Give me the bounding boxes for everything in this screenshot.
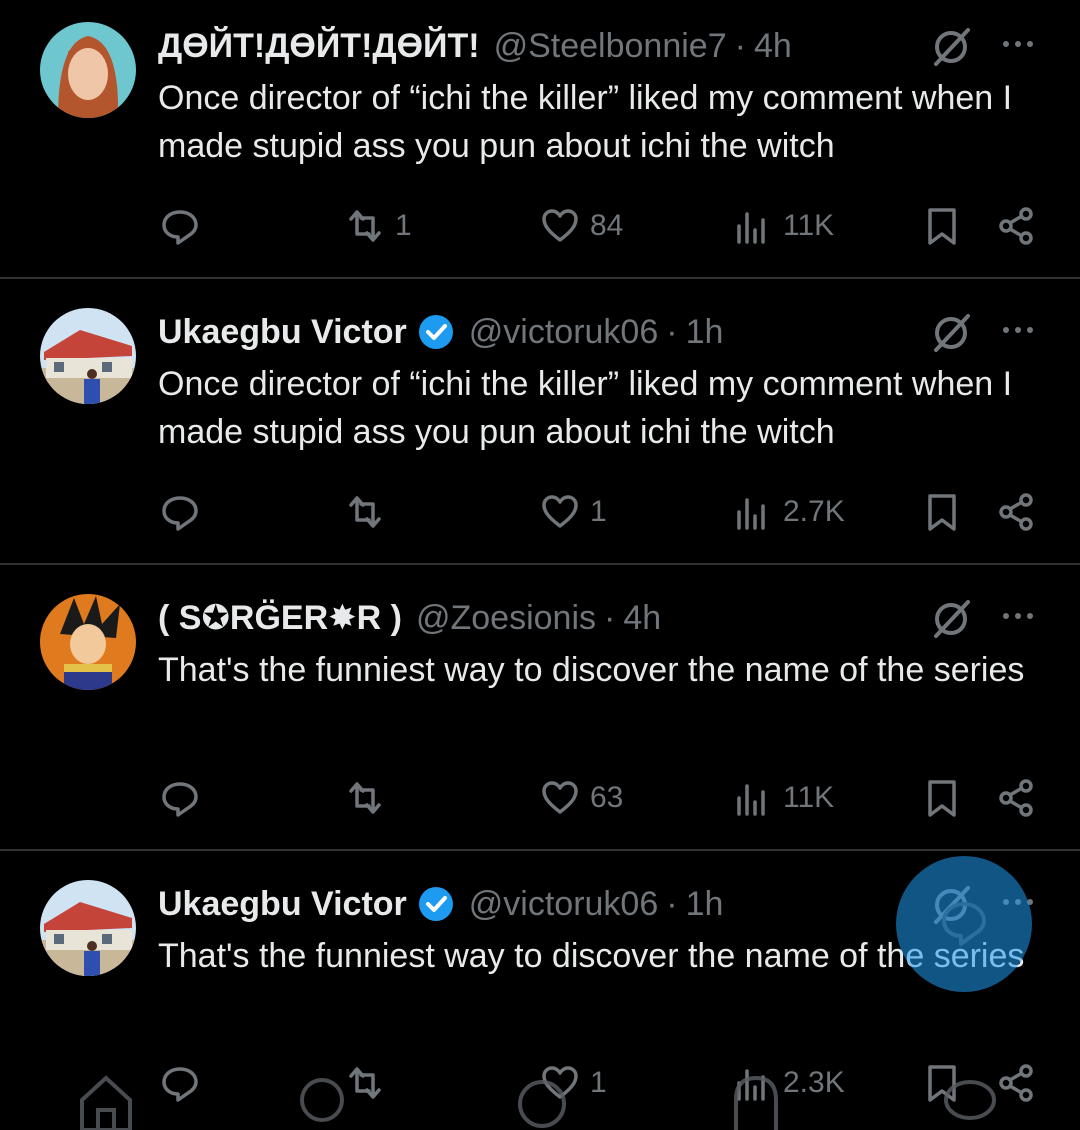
anime-girl-avatar: [40, 22, 136, 118]
bookmark-button[interactable]: [922, 487, 962, 537]
tweet-header: ( S✪RG̈ER✸R ) @Zoesionis · 4h: [158, 594, 918, 642]
bottom-nav: [0, 1040, 1080, 1130]
action-bar: 1 2.7K: [0, 487, 1080, 537]
repost-button[interactable]: 1: [345, 201, 412, 251]
repost-icon: [349, 496, 381, 528]
reply-button[interactable]: [160, 773, 200, 823]
like-button[interactable]: 84: [540, 201, 623, 251]
like-icon: [542, 495, 578, 528]
grok-icon[interactable]: [930, 26, 972, 68]
display-name[interactable]: ( S✪RG̈ER✸R ): [158, 598, 402, 638]
timestamp[interactable]: 4h: [623, 599, 661, 638]
repost-count: 1: [395, 209, 412, 242]
tweet[interactable]: Ukaegbu Victor @victoruk06 · 1h Once dir…: [0, 308, 1080, 563]
tweet-header: ДӨЙТ!ДӨЙТ!ДӨЙТ! @Steelbonnie7 · 4h: [158, 22, 918, 70]
notifications-icon[interactable]: [726, 1070, 786, 1130]
separator: ·: [666, 884, 678, 923]
like-count: 84: [590, 209, 624, 242]
tweet-text: Once director of “ichi the killer” liked…: [158, 79, 1013, 165]
divider: [0, 849, 1080, 851]
tweet-header: Ukaegbu Victor @victoruk06 · 1h: [158, 308, 918, 356]
anime-saiyan-avatar: [40, 594, 136, 690]
avatar[interactable]: [40, 594, 136, 690]
views-count: 11K: [783, 209, 835, 242]
avatar[interactable]: [40, 880, 136, 976]
verified-badge-icon: [418, 315, 453, 349]
views-button[interactable]: 11K: [733, 773, 834, 823]
timestamp[interactable]: 4h: [754, 27, 792, 66]
reply-icon: [162, 782, 198, 817]
separator: ·: [666, 312, 678, 351]
compose-reply-button[interactable]: [896, 856, 1032, 992]
bookmark-icon: [928, 208, 956, 245]
share-icon: [999, 493, 1033, 531]
like-button[interactable]: 1: [540, 487, 607, 537]
views-count: 2.7K: [783, 495, 845, 528]
reply-icon: [162, 496, 198, 531]
tweet-header: Ukaegbu Victor @victoruk06 · 1h: [158, 880, 918, 928]
share-button[interactable]: [996, 773, 1036, 823]
more-icon[interactable]: [998, 24, 1038, 64]
timestamp[interactable]: 1h: [686, 313, 724, 352]
like-button[interactable]: 63: [540, 773, 623, 823]
display-name[interactable]: ДӨЙТ!ДӨЙТ!ДӨЙТ!: [158, 27, 480, 66]
views-icon: [737, 498, 765, 530]
reply-button[interactable]: [160, 201, 200, 251]
separator: ·: [604, 598, 616, 637]
grok-icon[interactable]: [512, 1070, 572, 1130]
display-name[interactable]: Ukaegbu Victor: [158, 885, 407, 924]
avatar[interactable]: [40, 308, 136, 404]
share-button[interactable]: [996, 201, 1036, 251]
repost-icon: [349, 210, 381, 242]
grok-icon[interactable]: [930, 312, 972, 354]
tweet[interactable]: ДӨЙТ!ДӨЙТ!ДӨЙТ! @Steelbonnie7 · 4h Once …: [0, 22, 1080, 277]
messages-icon[interactable]: [940, 1070, 1000, 1130]
search-icon[interactable]: [296, 1070, 356, 1130]
avatar[interactable]: [40, 22, 136, 118]
more-icon[interactable]: [998, 596, 1038, 636]
reply-icon: [162, 210, 198, 245]
share-button[interactable]: [996, 487, 1036, 537]
share-icon: [999, 207, 1033, 245]
tweet[interactable]: ( S✪RG̈ER✸R ) @Zoesionis · 4h That's the…: [0, 594, 1080, 849]
grok-icon[interactable]: [930, 598, 972, 640]
separator: ·: [734, 26, 746, 65]
house-photo-avatar: [40, 880, 136, 976]
tweet-text: That's the funniest way to discover the …: [158, 651, 1025, 689]
more-icon[interactable]: [998, 310, 1038, 350]
like-count: 63: [590, 781, 624, 814]
share-icon: [999, 779, 1033, 817]
like-icon: [542, 209, 578, 242]
action-bar: 63 11K: [0, 773, 1080, 823]
reply-button[interactable]: [160, 487, 200, 537]
home-icon[interactable]: [76, 1070, 136, 1130]
views-button[interactable]: 2.7K: [733, 487, 845, 537]
handle[interactable]: @victoruk06: [469, 885, 658, 924]
divider: [0, 277, 1080, 279]
views-icon: [737, 784, 765, 816]
bookmark-icon: [928, 780, 956, 817]
like-count: 1: [590, 495, 607, 528]
repost-button[interactable]: [345, 487, 385, 537]
handle[interactable]: @Zoesionis: [416, 599, 596, 638]
bookmark-icon: [928, 494, 956, 531]
compose-reply-icon: [942, 902, 986, 946]
bookmark-button[interactable]: [922, 201, 962, 251]
display-name[interactable]: Ukaegbu Victor: [158, 313, 407, 352]
like-icon: [542, 781, 578, 814]
handle[interactable]: @Steelbonnie7: [494, 27, 727, 66]
bookmark-button[interactable]: [922, 773, 962, 823]
action-bar: 1 84 11K: [0, 201, 1080, 251]
handle[interactable]: @victoruk06: [469, 313, 658, 352]
timestamp[interactable]: 1h: [686, 885, 724, 924]
tweet-text: Once director of “ichi the killer” liked…: [158, 365, 1013, 451]
views-count: 11K: [783, 781, 835, 814]
repost-button[interactable]: [345, 773, 385, 823]
views-icon: [737, 212, 765, 244]
divider: [0, 563, 1080, 565]
repost-icon: [349, 782, 381, 814]
house-photo-avatar: [40, 308, 136, 404]
verified-badge-icon: [418, 887, 453, 921]
views-button[interactable]: 11K: [733, 201, 834, 251]
